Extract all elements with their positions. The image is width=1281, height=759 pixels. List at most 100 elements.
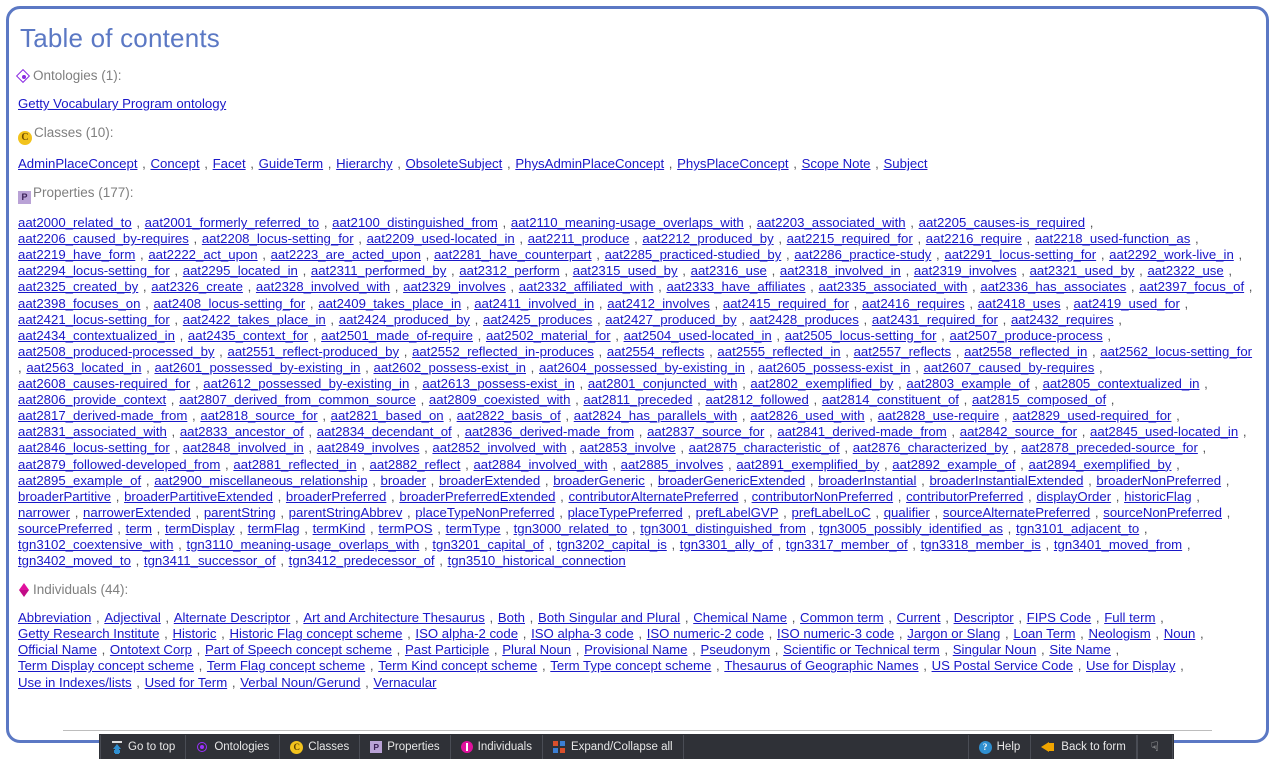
entity-link[interactable]: aat2824_has_parallels_with [574,408,738,423]
entity-link[interactable]: aat2418_uses [978,296,1061,311]
entity-link[interactable]: Part of Speech concept scheme [205,642,392,657]
entity-link[interactable]: Jargon or Slang [907,626,1000,641]
entity-link[interactable]: Plural Noun [502,642,571,657]
entity-link[interactable]: parentStringAbbrev [289,505,403,520]
entity-link[interactable]: aat2325_created_by [18,279,138,294]
entity-link[interactable]: aat2837_source_for [647,424,764,439]
entity-link[interactable]: aat2806_provide_context [18,392,166,407]
entity-link[interactable]: aat2333_have_affiliates [666,279,805,294]
entity-link[interactable]: Full term [1104,610,1155,625]
entity-link[interactable]: Getty Research Institute [18,626,159,641]
entity-link[interactable]: aat2845_used-located_in [1090,424,1238,439]
entity-link[interactable]: aat2892_example_of [892,457,1015,472]
entity-link[interactable]: qualifier [884,505,930,520]
entity-link[interactable]: Term Type concept scheme [550,658,711,673]
entity-link[interactable]: broaderGenericExtended [658,473,805,488]
entity-link[interactable]: aat2807_derived_from_common_source [179,392,416,407]
entity-link[interactable]: aat2841_derived-made_from [777,424,946,439]
entity-link[interactable]: prefLabelGVP [696,505,779,520]
entity-link[interactable]: placeTypeNonPreferred [415,505,554,520]
entity-link[interactable]: aat2211_produce [528,231,630,246]
entity-link[interactable]: aat2848_involved_in [183,440,304,455]
entity-link[interactable]: tgn3102_coextensive_with [18,537,173,552]
entity-link[interactable]: aat2551_reflect-produced_by [228,344,400,359]
entity-link[interactable]: aat2411_involved_in [474,296,594,311]
entity-link[interactable]: aat2502_material_for [486,328,611,343]
entity-link[interactable]: aat2408_locus-setting_for [153,296,305,311]
entity-link[interactable]: aat2435_context_for [188,328,308,343]
entity-link[interactable]: aat2803_example_of [906,376,1029,391]
entity-link[interactable]: ISO numeric-2 code [647,626,764,641]
entity-link[interactable]: tgn3201_capital_of [432,537,543,552]
entity-link[interactable]: aat2000_related_to [18,215,132,230]
entity-link[interactable]: Used for Term [145,675,228,690]
entity-link[interactable]: historicFlag [1124,489,1191,504]
entity-link[interactable]: Use in Indexes/lists [18,675,132,690]
entity-link[interactable]: aat2612_possessed_by-existing_in [203,376,409,391]
entity-link[interactable]: Ontotext Corp [110,642,192,657]
entity-link[interactable]: broader [381,473,426,488]
entity-link[interactable]: aat2826_used_with [750,408,864,423]
entity-link[interactable]: termDisplay [165,521,235,536]
entity-link[interactable]: Use for Display [1086,658,1175,673]
entity-link[interactable]: aat2817_derived-made_from [18,408,187,423]
entity-link[interactable]: contributorAlternatePreferred [569,489,739,504]
entity-link[interactable]: broaderExtended [439,473,540,488]
entity-link[interactable]: Both [498,610,525,625]
entity-link[interactable]: aat2416_requires [862,296,965,311]
entity-link[interactable]: tgn3000_related_to [514,521,628,536]
entity-link[interactable]: aat2508_produced-processed_by [18,344,215,359]
entity-link[interactable]: aat2834_decendant_of [317,424,452,439]
entity-link[interactable]: aat2895_example_of [18,473,141,488]
entity-link[interactable]: Subject [884,156,928,171]
entity-link[interactable]: broaderPartitive [18,489,111,504]
entity-link[interactable]: aat2281_have_counterpart [434,247,592,262]
entity-link[interactable]: aat2432_requires [1011,312,1114,327]
entity-link[interactable]: Historic Flag concept scheme [229,626,402,641]
entity-link[interactable]: aat2805_contextualized_in [1043,376,1200,391]
entity-link[interactable]: aat2891_exemplified_by [736,457,879,472]
entity-link[interactable]: aat2852_involved_with [432,440,566,455]
entity-link[interactable]: sourceNonPreferred [1103,505,1222,520]
entity-link[interactable]: aat2563_located_in [26,360,141,375]
entity-link[interactable]: parentString [204,505,276,520]
entity-link[interactable]: tgn3318_member_is [921,537,1041,552]
entity-link[interactable]: Art and Architecture Thesaurus [303,610,485,625]
entity-link[interactable]: aat2608_causes-required_for [18,376,190,391]
entity-link[interactable]: aat2291_locus-setting_for [944,247,1096,262]
entity-link[interactable]: Vernacular [373,675,436,690]
entity-link[interactable]: aat2424_produced_by [339,312,470,327]
entity-link[interactable]: aat2875_characteristic_of [689,440,840,455]
entity-link[interactable]: aat2900_miscellaneous_relationship [154,473,367,488]
entity-link[interactable]: ObsoleteSubject [406,156,503,171]
entity-link[interactable]: aat2882_reflect [370,457,461,472]
entity-link[interactable]: aat2822_basis_of [457,408,561,423]
entity-link[interactable]: aat2329_involves [403,279,506,294]
entity-link[interactable]: Term Display concept scheme [18,658,194,673]
entity-link[interactable]: Noun [1164,626,1196,641]
entity-link[interactable]: aat2507_produce-process [949,328,1102,343]
entity-link[interactable]: aat2604_possessed_by-existing_in [539,360,745,375]
entity-link[interactable]: aat2876_characterized_by [853,440,1008,455]
entity-link[interactable]: aat2821_based_on [331,408,444,423]
entity-link[interactable]: aat2332_affiliated_with [519,279,654,294]
entity-link[interactable]: aat2335_associated_with [819,279,968,294]
entity-link[interactable]: broaderNonPreferred [1096,473,1221,488]
entity-link[interactable]: aat2326_create [151,279,243,294]
entity-link[interactable]: aat2219_have_form [18,247,135,262]
entity-link[interactable]: Common term [800,610,884,625]
entity-link[interactable]: Abbreviation [18,610,91,625]
entity-link[interactable]: aat2836_derived-made_from [465,424,634,439]
entity-link[interactable]: Scope Note [802,156,871,171]
toolbar-help-button[interactable]: ? Help [967,735,1032,759]
entity-link[interactable]: Facet [213,156,246,171]
toolbar-go-to-top-button[interactable]: Go to top [100,735,187,759]
entity-link[interactable]: tgn3402_moved_to [18,553,131,568]
entity-link[interactable]: aat2215_required_for [787,231,913,246]
entity-link[interactable]: aat2412_involves [607,296,710,311]
entity-link[interactable]: aat2802_exemplified_by [750,376,893,391]
entity-link[interactable]: aat2558_reflected_in [964,344,1087,359]
entity-link[interactable]: broaderPartitiveExtended [124,489,273,504]
entity-link[interactable]: tgn3510_historical_connection [448,553,626,568]
entity-link[interactable]: aat2321_used_by [1030,263,1135,278]
